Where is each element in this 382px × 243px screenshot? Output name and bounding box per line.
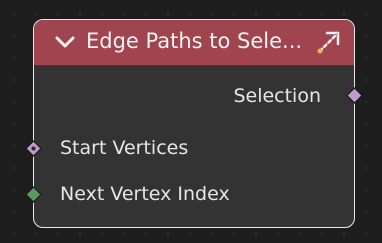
input-label-next-vertex-index: Next Vertex Index: [60, 183, 230, 205]
link-arrow-icon[interactable]: [314, 27, 344, 57]
selection-output-socket[interactable]: [346, 87, 363, 104]
input-label-start-vertices: Start Vertices: [60, 137, 189, 159]
output-label-selection: Selection: [233, 85, 321, 107]
next-vertex-index-input-socket[interactable]: [25, 186, 42, 203]
start-vertices-input-socket[interactable]: [25, 140, 42, 157]
node-title: Edge Paths to Sele...: [86, 29, 303, 53]
edge-paths-to-selection-node[interactable]: Edge Paths to Sele... Selection Start Ve…: [33, 19, 355, 228]
node-header[interactable]: Edge Paths to Sele...: [34, 20, 354, 66]
chevron-down-icon[interactable]: [54, 32, 76, 52]
